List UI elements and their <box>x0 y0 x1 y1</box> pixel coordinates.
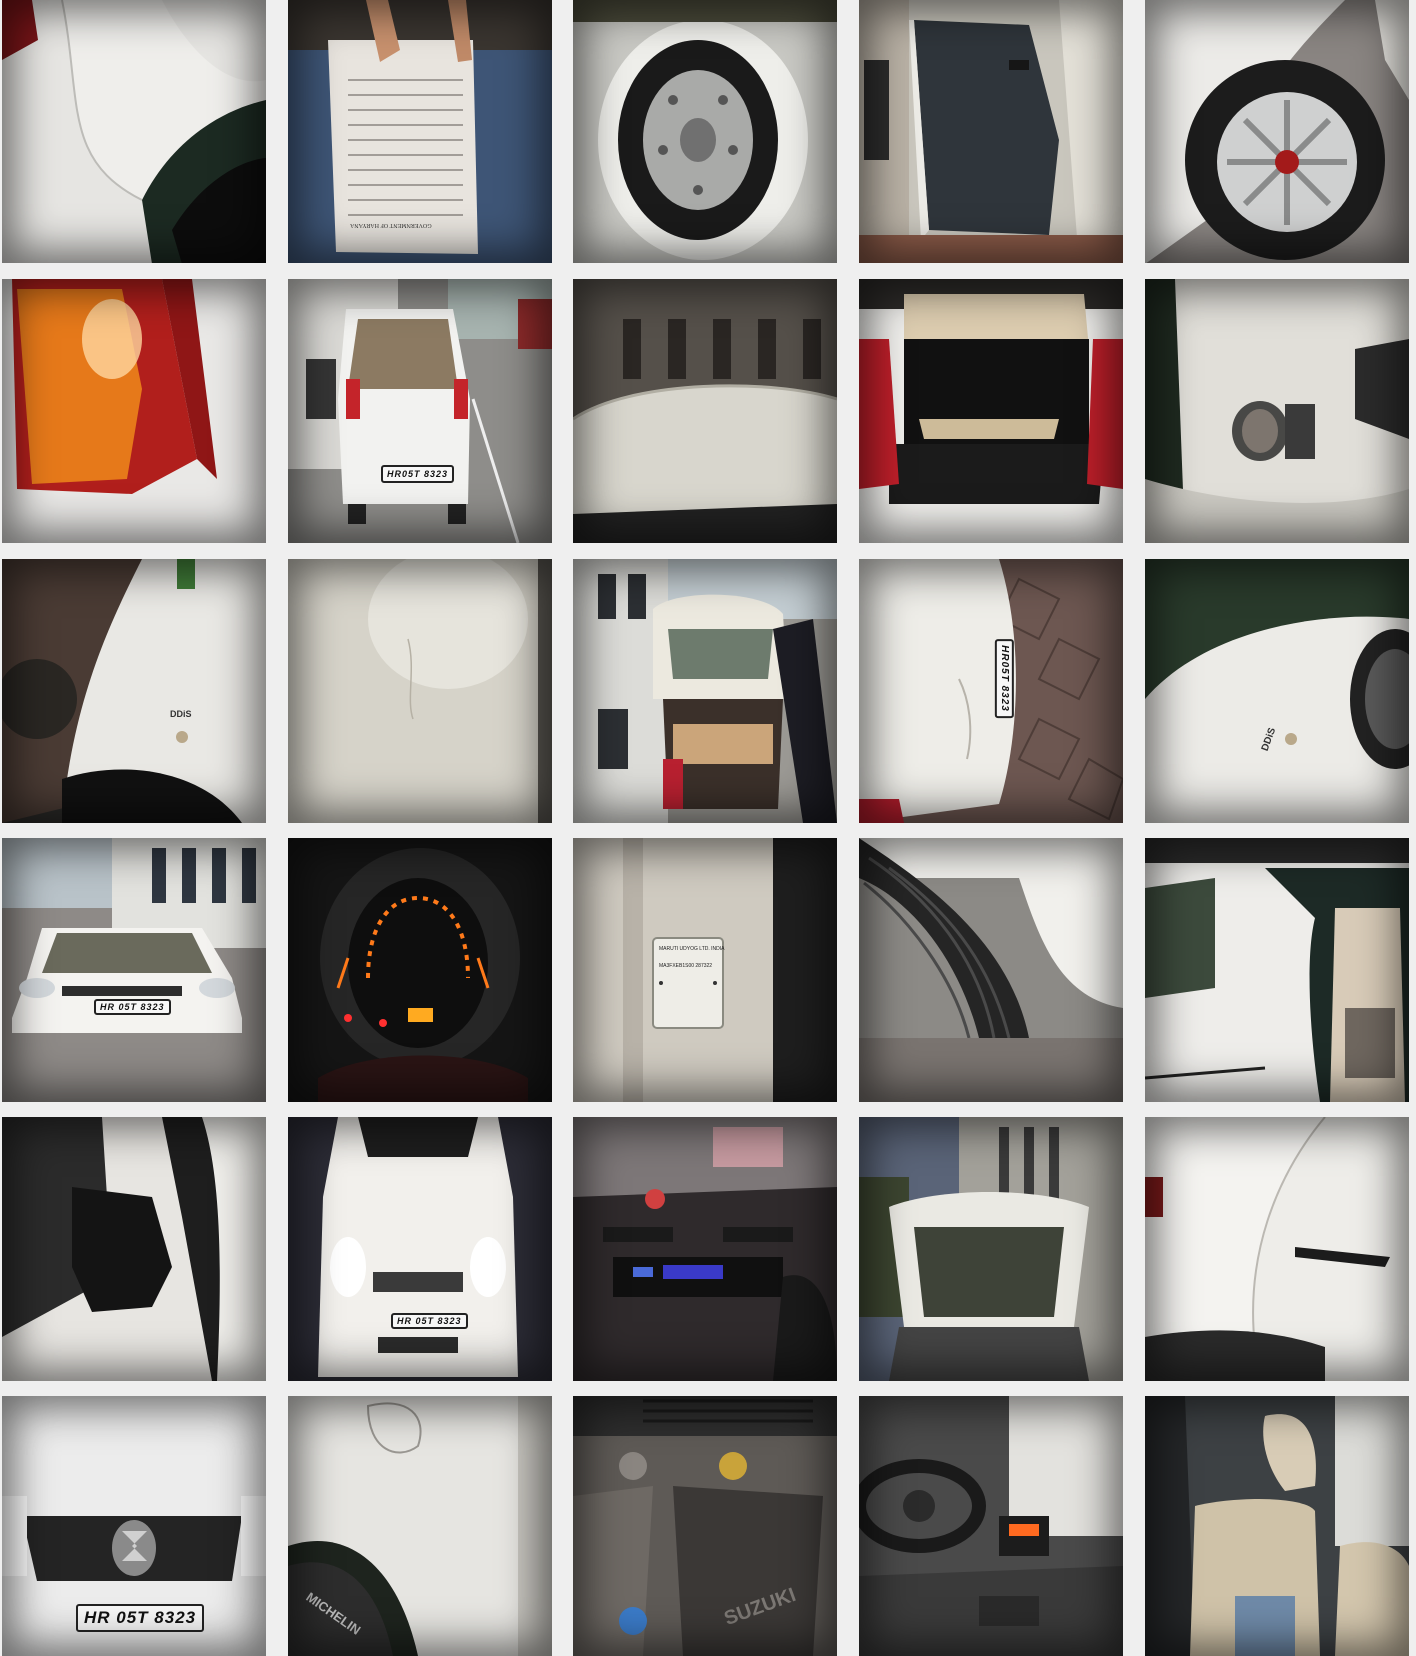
photo-instrument-cluster-lit <box>288 838 552 1102</box>
photo-dashboard-stereo <box>573 1117 837 1381</box>
photo-rear-quarter-white-panel <box>2 0 266 263</box>
license-plate: HR 05T 8323 <box>391 1313 468 1329</box>
photo-spare-wheel-boot <box>573 0 837 263</box>
gallery-tile-front-view-parked[interactable]: HR 05T 8323 <box>2 838 266 1102</box>
photo-roof-reflection <box>573 279 837 543</box>
photo-beige-seat-covers <box>1145 1396 1409 1656</box>
gallery-tile-spare-wheel-boot[interactable] <box>573 0 837 263</box>
photo-fender-ddis-badge-night <box>1145 559 1409 823</box>
photo-gallery-grid: GOVERNMENT OF HARYANA HR05T 8323 DDiS HR… <box>0 0 1416 1656</box>
photo-rear-door-window-seat <box>1145 838 1409 1102</box>
vin-plate-number-text: MA3FXEB1S00 287322 <box>659 963 713 969</box>
gallery-tile-rear-door-handle-side[interactable] <box>1145 1117 1409 1381</box>
license-plate: HR05T 8323 <box>994 639 1014 718</box>
license-plate: HR05T 8323 <box>381 465 455 483</box>
photo-rear-bumper-plate-scuff <box>859 559 1123 823</box>
gallery-tile-beige-seat-covers[interactable] <box>1145 1396 1409 1656</box>
photo-front-headlights-on-night <box>288 1117 552 1381</box>
gallery-tile-white-panel-scratch[interactable] <box>288 559 552 823</box>
photo-steering-dashboard-interior <box>859 1396 1123 1656</box>
gallery-tile-instrument-cluster-lit[interactable] <box>288 838 552 1102</box>
vin-plate-maker-text: MARUTI UDYOG LTD. INDIA <box>659 946 725 952</box>
photo-boot-open-seat-back <box>859 279 1123 543</box>
gallery-tile-rear-door-window-seat[interactable] <box>1145 838 1409 1102</box>
gallery-tile-front-wheel-hubcap[interactable] <box>1145 0 1409 263</box>
photo-front-view-parked <box>2 838 266 1102</box>
license-plate: HR 05T 8323 <box>76 1604 205 1632</box>
gallery-tile-front-grille-logo-closeup[interactable]: HR 05T 8323 <box>2 1396 266 1656</box>
gallery-tile-rear-bumper-plate-scuff[interactable]: HR05T 8323 <box>859 559 1123 823</box>
photo-engine-bay-suzuki-cover <box>573 1396 837 1656</box>
gallery-tile-boot-open-seat-back[interactable] <box>859 279 1123 543</box>
photo-rear-view-on-street <box>288 279 552 543</box>
photo-tail-lamp-closeup <box>2 279 266 543</box>
gallery-tile-open-door-interior-panel[interactable] <box>859 0 1123 263</box>
photo-tailgate-open-street <box>573 559 837 823</box>
license-plate: HR 05T 8323 <box>94 999 171 1015</box>
photo-white-panel-scratch <box>288 559 552 823</box>
photo-side-mirror-black <box>2 1117 266 1381</box>
photo-vin-plate-pillar <box>573 838 837 1102</box>
gallery-tile-dashboard-stereo[interactable] <box>573 1117 837 1381</box>
gallery-tile-tyre-tread-closeup[interactable] <box>859 838 1123 1102</box>
gallery-tile-vin-plate-pillar[interactable]: MARUTI UDYOG LTD. INDIA MA3FXEB1S00 2873… <box>573 838 837 1102</box>
gallery-tile-bonnet-open-dusk[interactable] <box>859 1117 1123 1381</box>
gallery-tile-steering-dashboard-interior[interactable] <box>859 1396 1123 1656</box>
gallery-tile-rear-quarter-white-panel[interactable] <box>2 0 266 263</box>
gallery-tile-fog-lamp-bumper[interactable] <box>1145 279 1409 543</box>
gallery-tile-tail-lamp-closeup[interactable] <box>2 279 266 543</box>
photo-bonnet-open-dusk <box>859 1117 1123 1381</box>
photo-front-fender-ddis-badge <box>2 559 266 823</box>
photo-fog-lamp-bumper <box>1145 279 1409 543</box>
gallery-tile-fuel-lid-fender-tyre[interactable]: MICHELIN <box>288 1396 552 1656</box>
gallery-tile-side-mirror-black[interactable] <box>2 1117 266 1381</box>
document-header-text: GOVERNMENT OF HARYANA <box>350 222 432 228</box>
photo-open-door-interior-panel <box>859 0 1123 263</box>
gallery-tile-fender-ddis-badge-night[interactable]: DDiS <box>1145 559 1409 823</box>
photo-rear-door-handle-side <box>1145 1117 1409 1381</box>
gallery-tile-rear-view-on-street[interactable]: HR05T 8323 <box>288 279 552 543</box>
gallery-tile-roof-reflection[interactable] <box>573 279 837 543</box>
gallery-tile-front-fender-ddis-badge[interactable]: DDiS <box>2 559 266 823</box>
gallery-tile-tailgate-open-street[interactable] <box>573 559 837 823</box>
gallery-tile-registration-document[interactable]: GOVERNMENT OF HARYANA <box>288 0 552 263</box>
gallery-tile-front-headlights-on-night[interactable]: HR 05T 8323 <box>288 1117 552 1381</box>
photo-front-wheel-hubcap <box>1145 0 1409 263</box>
gallery-tile-engine-bay-suzuki-cover[interactable]: SUZUKI <box>573 1396 837 1656</box>
photo-tyre-tread-closeup <box>859 838 1123 1102</box>
ddis-badge: DDiS <box>170 709 192 719</box>
